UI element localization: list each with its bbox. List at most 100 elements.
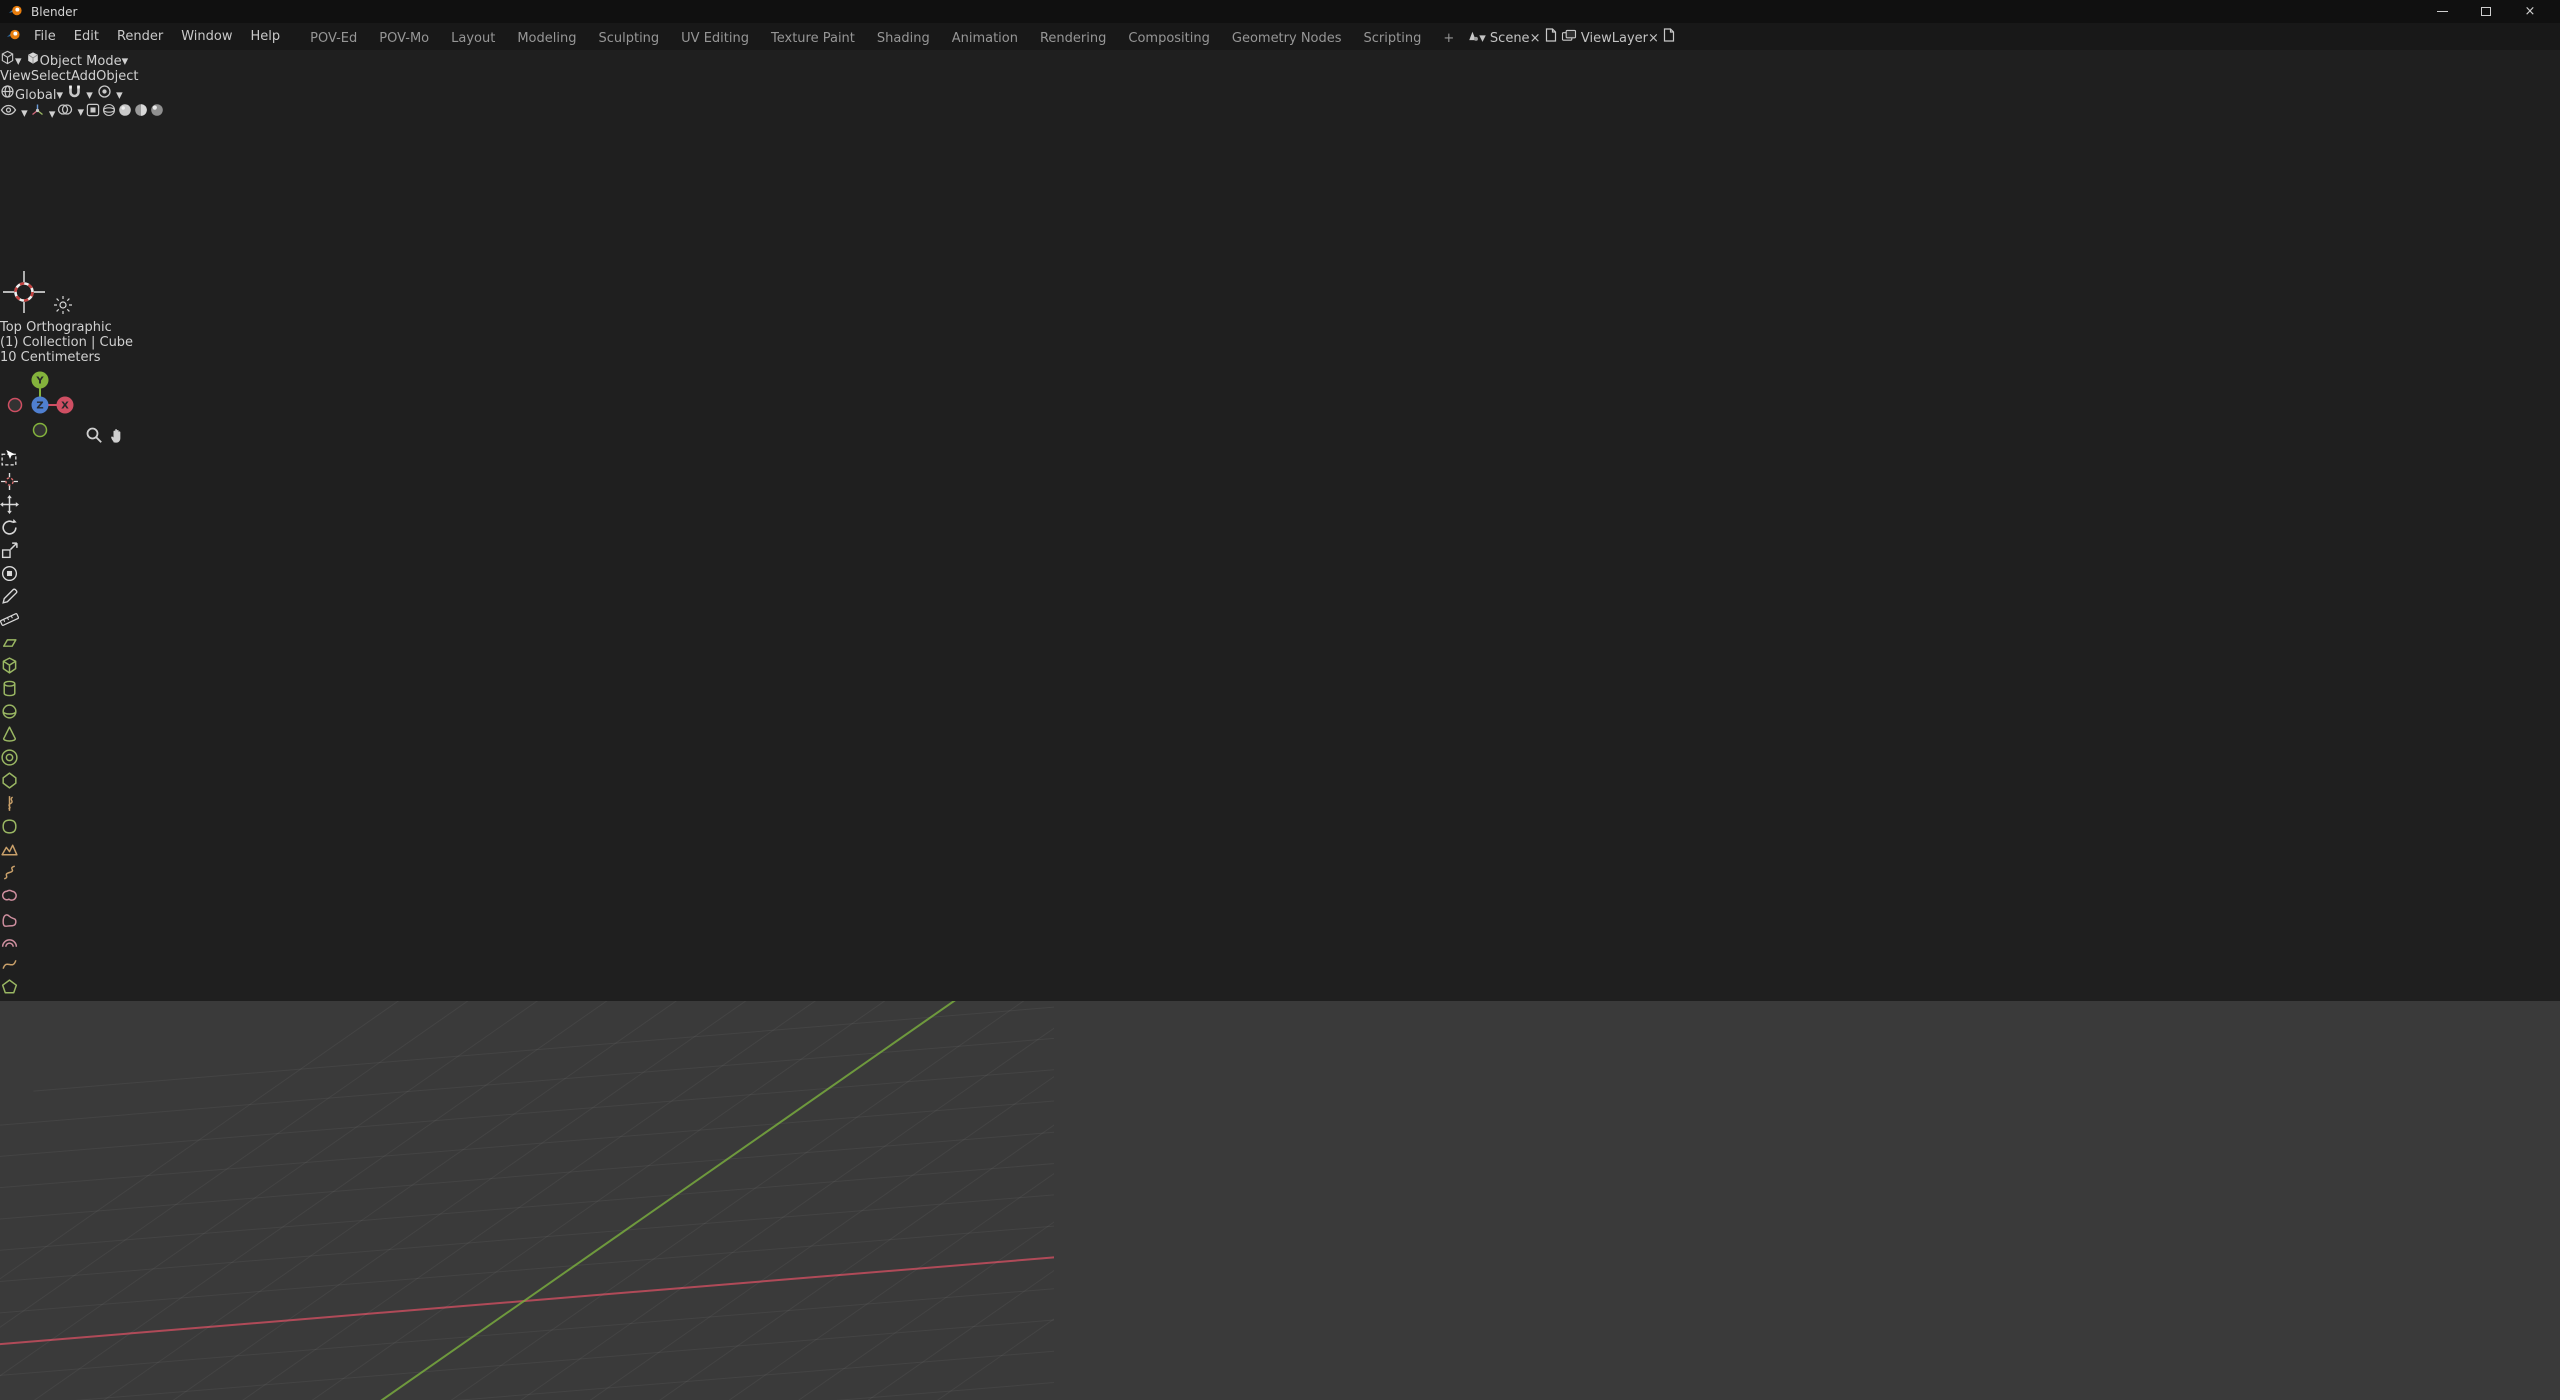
tool-primitive-superellipsoid[interactable]	[0, 817, 2560, 840]
show-gizmo-icon[interactable]: ▾	[30, 103, 56, 122]
viewport-menus: ViewSelectAddObject	[0, 69, 2560, 84]
tool-primitive-spring[interactable]	[0, 863, 2560, 886]
tool-rotate[interactable]	[0, 518, 2560, 541]
viewlayer-icon-wrap	[1561, 31, 1577, 46]
workspace-tab-sculpting[interactable]: Sculpting	[587, 26, 670, 50]
object-mode-icon	[26, 54, 40, 69]
tool-primitive-blob[interactable]	[0, 886, 2560, 909]
workspace-tab-animation[interactable]: Animation	[941, 26, 1029, 50]
tool-shelf	[0, 449, 2560, 1001]
workspace-tab-pov-ed[interactable]: POV-Ed	[299, 26, 368, 50]
workspace-tab-compositing[interactable]: Compositing	[1117, 26, 1221, 50]
quad-view: Top Orthographic (1) Collection | Cube 1…	[0, 122, 2560, 1400]
tool-primitive-cylinder[interactable]	[0, 679, 2560, 702]
maximize-button[interactable]	[2464, 0, 2508, 23]
close-button[interactable]: ×	[2508, 0, 2552, 23]
tool-primitive-plane[interactable]	[0, 633, 2560, 656]
transform-orientation-dropdown[interactable]: Global▾	[0, 88, 63, 103]
tool-primitive-prism[interactable]	[0, 771, 2560, 794]
svg-text:Y: Y	[35, 376, 44, 387]
cube-object[interactable]	[0, 122, 150, 268]
viewport-menu-object[interactable]: Object	[96, 69, 138, 84]
tool-move[interactable]	[0, 495, 2560, 518]
menu-render[interactable]: Render	[108, 26, 172, 47]
global-orientation-icon	[0, 88, 15, 103]
tool-primitive-lathe[interactable]	[0, 794, 2560, 817]
viewport-editor: ▾ Object Mode▾ ViewSelectAddObject Globa…	[0, 50, 2560, 1400]
menu-window[interactable]: Window	[172, 26, 241, 47]
new-viewlayer-button[interactable]	[1663, 31, 1675, 46]
tool-primitive-cone[interactable]	[0, 725, 2560, 748]
workspace-tab-geometry-nodes[interactable]: Geometry Nodes	[1221, 26, 1353, 50]
app-menu-icon[interactable]	[6, 27, 21, 46]
viewport-menu-add[interactable]: Add	[71, 69, 96, 84]
perspective-grid	[0, 1001, 1054, 1400]
tool-primitive-isosurface[interactable]	[0, 909, 2560, 932]
mode-dropdown[interactable]: Object Mode▾	[26, 54, 128, 69]
tool-primitive-box[interactable]	[0, 656, 2560, 679]
tool-transform[interactable]	[0, 564, 2560, 587]
viewport-menu-view[interactable]: View	[0, 69, 31, 84]
topbar: FileEditRenderWindowHelp POV-EdPOV-MoLay…	[0, 23, 2560, 50]
workspace-tab-pov-mo[interactable]: POV-Mo	[368, 26, 440, 50]
scene-viewlayer-selectors: ▾ Scene× ViewLayer×	[1465, 28, 1675, 46]
proportional-editing-icon[interactable]	[97, 88, 112, 103]
tool-primitive-parametric[interactable]	[0, 955, 2560, 978]
workspace-tab-texture-paint[interactable]: Texture Paint	[760, 26, 866, 50]
shading-rendered-icon[interactable]	[150, 103, 164, 122]
snap-magnet-icon[interactable]	[67, 88, 82, 103]
scene-browse-dropdown[interactable]: ▾	[1465, 31, 1486, 46]
tool-primitive-sphere[interactable]	[0, 702, 2560, 725]
viewport-header: ▾ Object Mode▾ ViewSelectAddObject Globa…	[0, 50, 2560, 122]
show-object-types-icon[interactable]: ▾	[0, 103, 28, 122]
svg-text:X: X	[61, 401, 69, 412]
workspace-tabs: POV-EdPOV-MoLayoutModelingSculptingUV Ed…	[299, 23, 1465, 50]
minimize-button[interactable]	[2420, 0, 2464, 23]
tool-scale[interactable]	[0, 541, 2560, 564]
shading-material-icon[interactable]	[134, 103, 148, 122]
pan-hand-icon[interactable]	[108, 434, 127, 449]
snap-settings-dropdown[interactable]: ▾	[86, 88, 93, 103]
menu-file[interactable]: File	[25, 26, 65, 47]
tool-annotate[interactable]	[0, 587, 2560, 610]
workspace-tab-scripting[interactable]: Scripting	[1353, 26, 1433, 50]
blender-logo-icon	[8, 3, 23, 21]
remove-viewlayer-icon[interactable]: ×	[1648, 31, 1659, 46]
zoom-icon[interactable]	[84, 434, 104, 449]
viewport-top[interactable]: Top Orthographic (1) Collection | Cube 1…	[0, 122, 2560, 1001]
menu-help[interactable]: Help	[242, 26, 290, 47]
tool-measure[interactable]	[0, 610, 2560, 633]
svg-text:Z: Z	[36, 401, 43, 412]
scene-name-field[interactable]: Scene×	[1490, 31, 1541, 46]
tool-primitive-heightfield[interactable]	[0, 840, 2560, 863]
scene-icon	[1465, 31, 1479, 46]
workspace-tab-rendering[interactable]: Rendering	[1029, 26, 1117, 50]
workspace-tab-shading[interactable]: Shading	[866, 26, 941, 50]
tool-primitive-polygon[interactable]	[0, 978, 2560, 1001]
viewport-menu-select[interactable]: Select	[31, 69, 71, 84]
editor-type-dropdown[interactable]: ▾	[0, 54, 22, 69]
toggle-xray-icon[interactable]	[86, 103, 100, 122]
new-scene-button[interactable]	[1545, 31, 1557, 46]
proportional-dropdown[interactable]: ▾	[116, 88, 123, 103]
window-controls: ×	[2420, 0, 2552, 23]
viewport-camera[interactable]: Camera Perspective (1) Collection | Cube…	[0, 1001, 2560, 1400]
shading-wireframe-icon[interactable]	[102, 103, 116, 122]
unlink-scene-icon[interactable]: ×	[1530, 31, 1541, 46]
tool-primitive-rainbow[interactable]	[0, 932, 2560, 955]
show-overlays-icon[interactable]: ▾	[57, 103, 84, 122]
navigation-gizmo-icon[interactable]: Y X Z	[0, 365, 80, 445]
menu-edit[interactable]: Edit	[65, 26, 108, 47]
tool-select-box[interactable]	[0, 449, 2560, 472]
add-workspace-button[interactable]: +	[1432, 26, 1465, 50]
shading-solid-icon[interactable]	[118, 103, 132, 122]
light-object[interactable]	[52, 305, 74, 320]
viewlayer-name-field[interactable]: ViewLayer×	[1581, 31, 1659, 46]
tool-cursor-3d[interactable]	[0, 472, 2560, 495]
viewport-header-right-icons: ▾ ▾ ▾	[0, 103, 2560, 122]
workspace-tab-layout[interactable]: Layout	[440, 26, 506, 50]
workspace-tab-modeling[interactable]: Modeling	[506, 26, 587, 50]
tool-primitive-torus[interactable]	[0, 748, 2560, 771]
workspace-tab-uv-editing[interactable]: UV Editing	[670, 26, 760, 50]
view-name: Top Orthographic	[0, 320, 2560, 335]
